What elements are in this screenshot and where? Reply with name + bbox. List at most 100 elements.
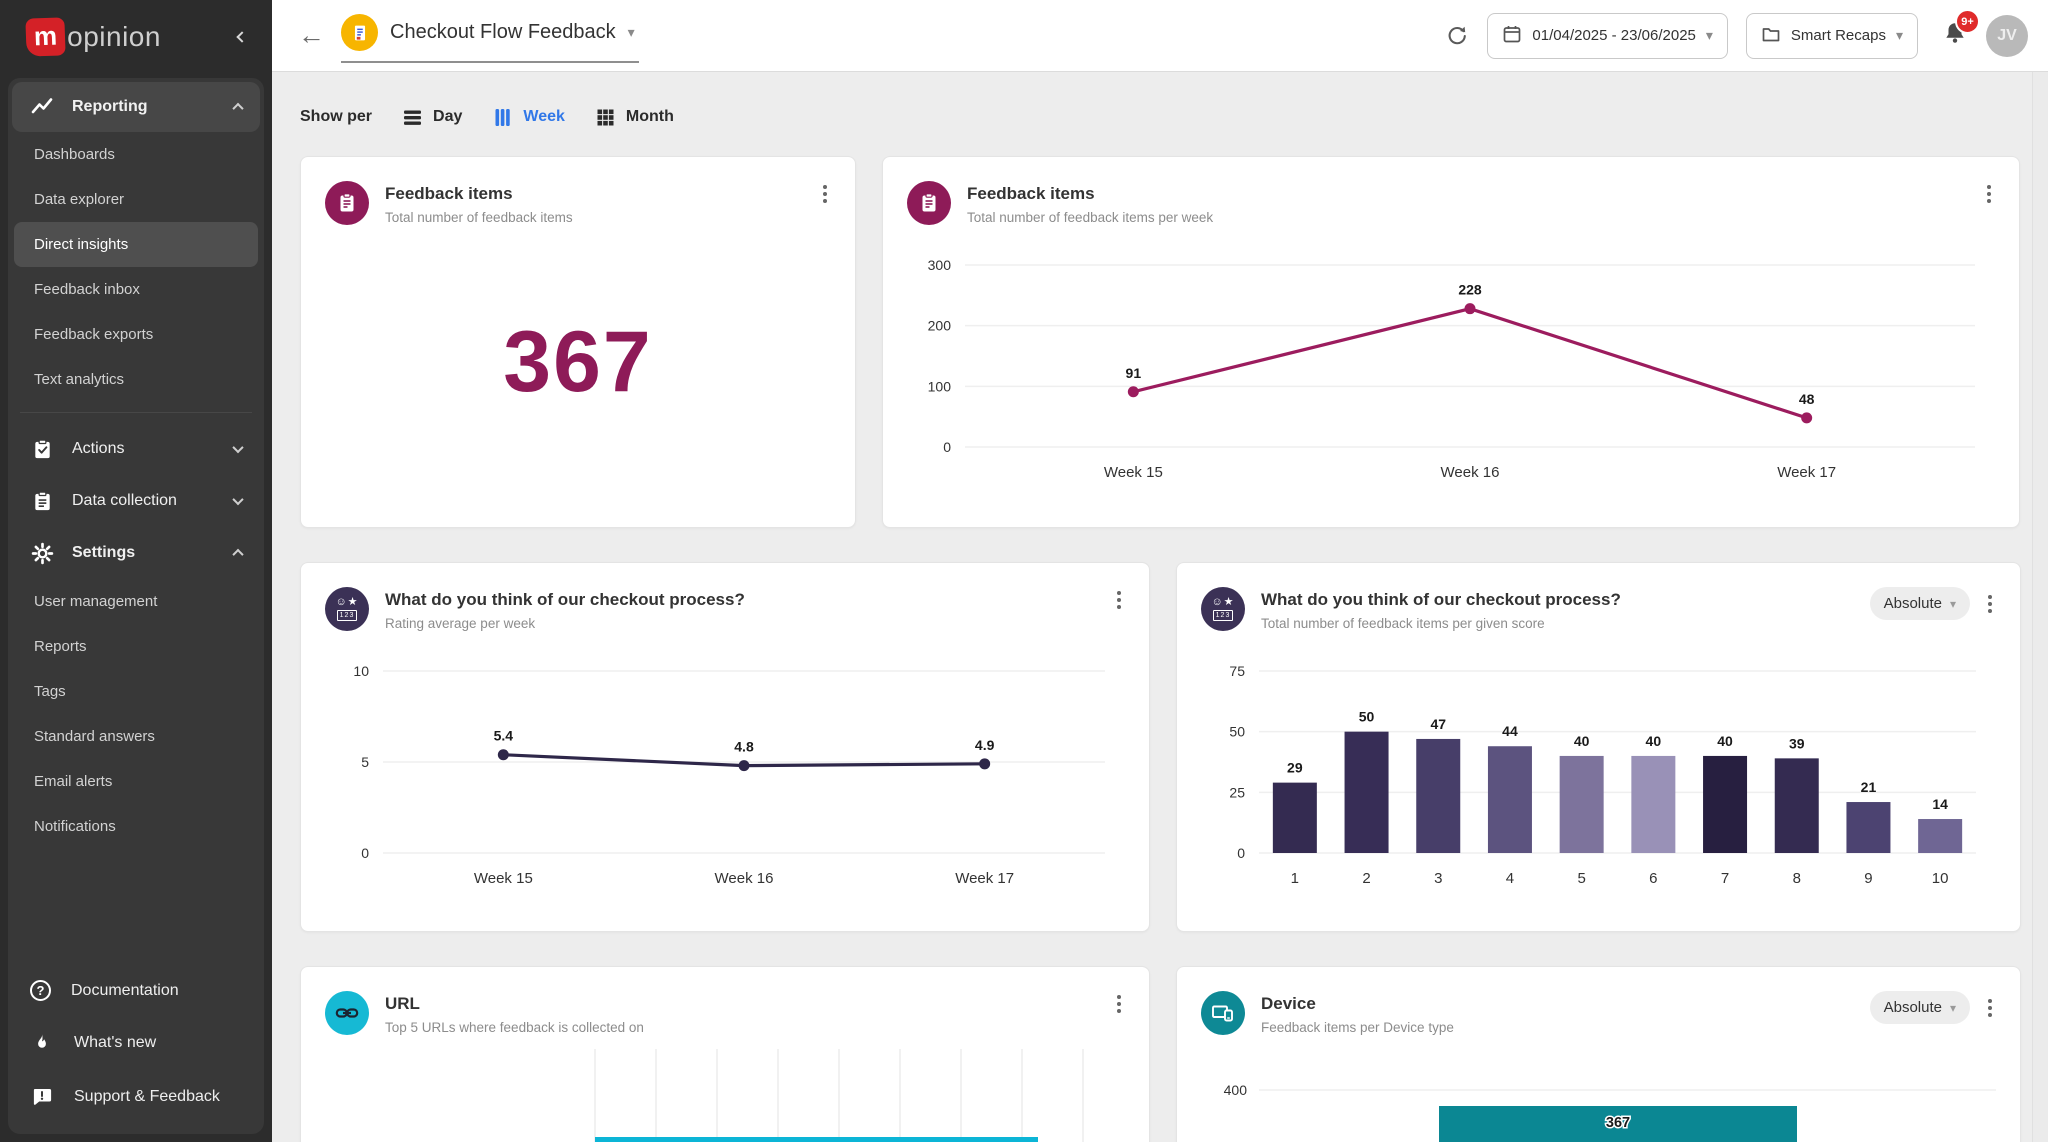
sidebar-item-text-analytics[interactable]: Text analytics [14,357,258,402]
sidebar-item-user-management[interactable]: User management [14,579,258,624]
card-title: Feedback items [967,184,1213,204]
kebab-menu-icon[interactable] [1984,591,1996,617]
grid-icon [595,107,616,128]
sidebar-section-data-collection[interactable]: Data collection [12,475,260,527]
svg-text:Week 15: Week 15 [1104,464,1163,481]
svg-text:44: 44 [1502,723,1518,739]
app-root: mopinion Reporting Dashboards Data explo… [0,0,2048,1142]
sidebar-section-label: Reporting [72,98,148,116]
page-title: Checkout Flow Feedback [390,21,616,44]
kebab-menu-icon[interactable] [1113,587,1125,613]
survey-score-icon: ☺★123 [325,587,369,631]
svg-text:50: 50 [1359,709,1375,725]
sidebar-menu: Reporting Dashboards Data explorer Direc… [8,78,264,1134]
svg-text:Week 15: Week 15 [474,870,533,887]
avatar[interactable]: JV [1986,15,2028,57]
rating-average-chart: 05105.44.84.9Week 15Week 16Week 17 [325,645,1125,895]
sidebar-section-settings[interactable]: Settings [12,527,260,579]
svg-text:40: 40 [1717,733,1733,749]
svg-text:4.8: 4.8 [734,739,754,755]
svg-text:21: 21 [1861,779,1877,795]
sidebar-section-reporting[interactable]: Reporting [12,82,260,132]
sidebar-item-documentation[interactable]: ? Documentation [12,965,260,1016]
sidebar-item-feedback-inbox[interactable]: Feedback inbox [14,267,258,312]
absolute-mode-dropdown[interactable]: Absolute ▾ [1870,587,1970,620]
sidebar-item-dashboards[interactable]: Dashboards [14,132,258,177]
sidebar-section-actions[interactable]: Actions [12,423,260,475]
clipboard-icon [907,181,951,225]
report-selector[interactable]: Checkout Flow Feedback ▾ [341,8,639,63]
svg-text:75: 75 [1229,663,1245,679]
card-subtitle: Total number of feedback items [385,210,573,225]
svg-text:48: 48 [1799,391,1815,407]
card-title: Device [1261,994,1454,1014]
sidebar-item-direct-insights[interactable]: Direct insights [14,222,258,267]
svg-text:Week 16: Week 16 [715,870,774,887]
sidebar-item-notifications[interactable]: Notifications [14,804,258,849]
card-subtitle: Top 5 URLs where feedback is collected o… [385,1020,644,1035]
svg-text:Week 17: Week 17 [1777,464,1836,481]
question-circle-icon: ? [30,980,51,1001]
calendar-icon [1502,24,1522,48]
dashboard-content: Show per Day Week Month [272,72,2032,1142]
sidebar-collapse-icon[interactable] [234,24,250,50]
sidebar-section-label: Settings [72,544,135,562]
kebab-menu-icon[interactable] [819,181,831,207]
card-device: Device Feedback items per Device type Ab… [1176,966,2021,1142]
sidebar-item-whats-new[interactable]: What's new [12,1016,260,1070]
card-subtitle: Rating average per week [385,616,745,631]
columns-icon [492,107,513,128]
card-subtitle: Feedback items per Device type [1261,1020,1454,1035]
page-scrollbar[interactable] [2032,72,2048,1142]
svg-text:47: 47 [1430,716,1446,732]
sidebar-item-data-explorer[interactable]: Data explorer [14,177,258,222]
card-title: What do you think of our checkout proces… [385,590,745,610]
card-score-distribution: ☺★123 What do you think of our checkout … [1176,562,2021,932]
svg-text:6: 6 [1649,870,1657,887]
chevron-down-icon: ▾ [1896,27,1903,44]
sidebar-item-support-feedback[interactable]: Support & Feedback [12,1070,260,1124]
svg-text:0: 0 [1237,845,1245,861]
card-title: Feedback items [385,184,573,204]
sidebar-item-email-alerts[interactable]: Email alerts [14,759,258,804]
mopinion-logo: mopinion [26,18,234,56]
toggle-week[interactable]: Week [492,107,565,128]
card-feedback-per-week: Feedback items Total number of feedback … [882,156,2020,528]
svg-text:8: 8 [1793,870,1801,887]
refresh-icon[interactable] [1445,24,1469,48]
score-distribution-chart: 02550752915024734444054064073982191410 [1201,645,1996,895]
svg-text:7: 7 [1721,870,1729,887]
kebab-menu-icon[interactable] [1113,991,1125,1017]
back-arrow-icon[interactable]: ← [298,20,325,51]
kebab-menu-icon[interactable] [1984,995,1996,1021]
chevron-down-icon: ▾ [1706,27,1713,44]
svg-text:5: 5 [361,754,369,770]
svg-text:29: 29 [1287,760,1303,776]
folder-icon [1761,24,1781,48]
svg-text:91: 91 [1126,365,1142,381]
sidebar: mopinion Reporting Dashboards Data explo… [0,0,272,1142]
card-rating-average: ☺★123 What do you think of our checkout … [300,562,1150,932]
sidebar-item-reports[interactable]: Reports [14,624,258,669]
date-range-picker[interactable]: 01/04/2025 - 23/06/2025 ▾ [1487,13,1728,59]
svg-text:40: 40 [1574,733,1590,749]
svg-text:228: 228 [1458,282,1482,298]
svg-text:200: 200 [928,318,952,334]
svg-text:5.4: 5.4 [494,728,514,744]
card-subtitle: Total number of feedback items per week [967,210,1213,225]
flame-icon [30,1031,54,1055]
url-top5-chart [325,1049,1125,1142]
absolute-mode-dropdown[interactable]: Absolute ▾ [1870,991,1970,1024]
sidebar-item-tags[interactable]: Tags [14,669,258,714]
toggle-month[interactable]: Month [595,107,674,128]
sidebar-item-feedback-exports[interactable]: Feedback exports [14,312,258,357]
feedback-per-week-chart: 01002003009122848Week 15Week 16Week 17 [907,239,1995,489]
svg-text:50: 50 [1229,724,1245,740]
smart-recaps-button[interactable]: Smart Recaps ▾ [1746,13,1918,59]
notifications-bell[interactable]: 9+ [1942,20,1968,51]
toggle-day[interactable]: Day [402,107,462,128]
kebab-menu-icon[interactable] [1983,181,1995,207]
show-per-toolbar: Show per Day Week Month [300,98,2020,136]
svg-text:10: 10 [353,663,369,679]
sidebar-item-standard-answers[interactable]: Standard answers [14,714,258,759]
